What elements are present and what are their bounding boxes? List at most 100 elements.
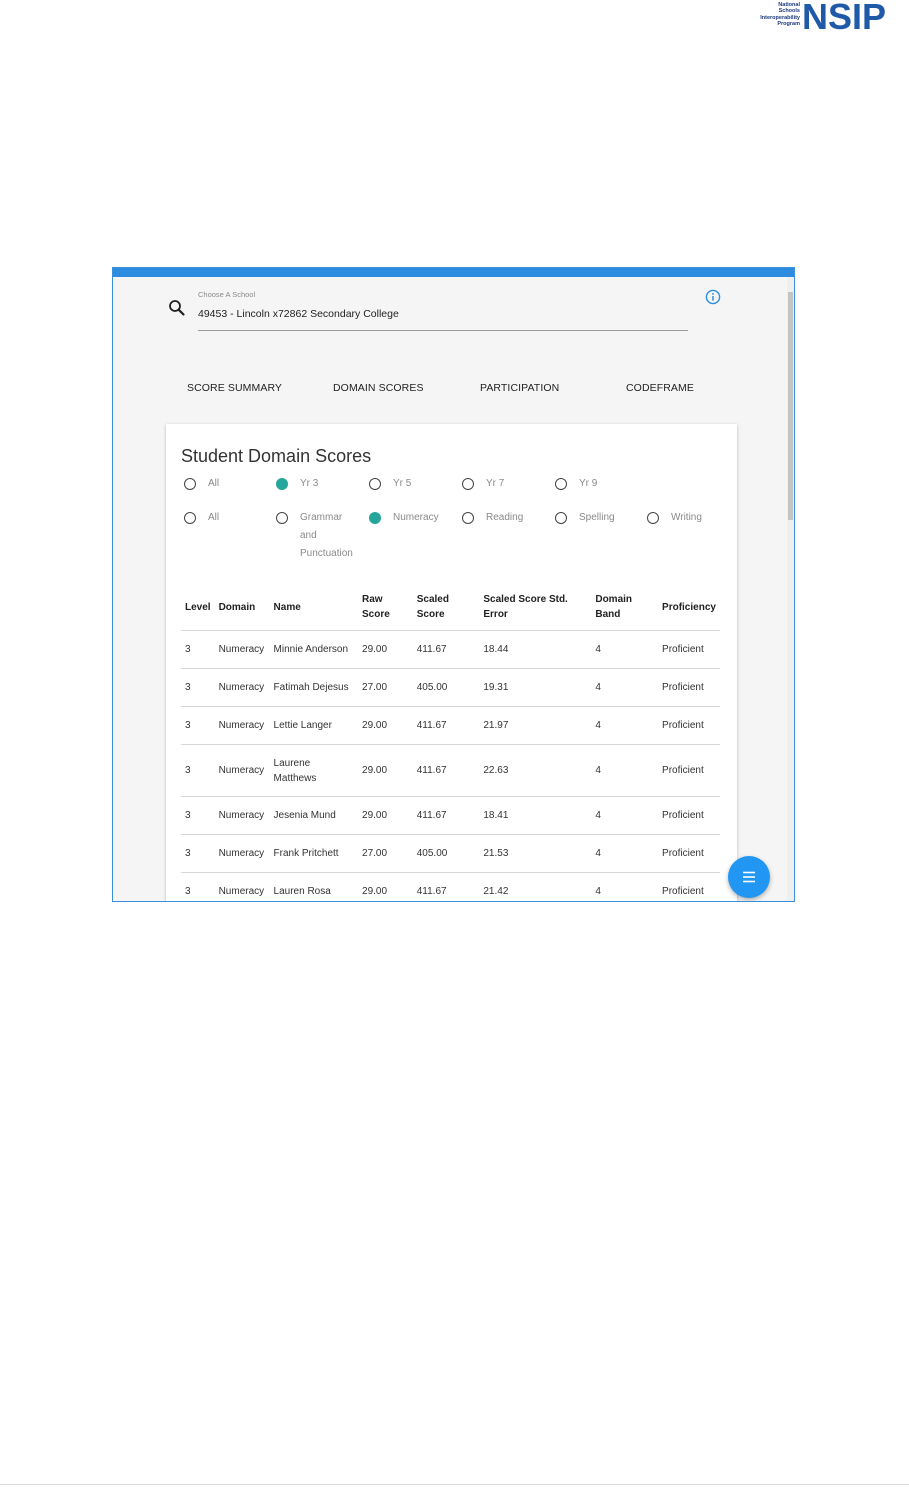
radio-label-yr7: Yr 7 bbox=[486, 478, 505, 489]
cell-name: Frank Pritchett bbox=[269, 834, 359, 873]
radio-label-reading: Reading bbox=[486, 512, 524, 523]
app-window: Choose A School 49453 - Lincoln x72862 S… bbox=[112, 267, 795, 902]
cell-std-error: 18.44 bbox=[479, 630, 592, 669]
header-std-error[interactable]: Scaled Score Std. Error bbox=[479, 584, 592, 631]
cell-level: 3 bbox=[181, 872, 215, 901]
cell-proficiency: Proficient bbox=[658, 630, 720, 669]
cell-level: 3 bbox=[181, 630, 215, 669]
radio-label-grammar: Grammar and Punctuation bbox=[300, 512, 353, 559]
cell-name: Laurene Matthews bbox=[269, 744, 359, 797]
cell-name: Fatimah Dejesus bbox=[269, 668, 359, 707]
cell-domain-band: 4 bbox=[591, 630, 659, 669]
menu-lines-icon bbox=[743, 871, 755, 883]
table-row: 3 Numeracy Jesenia Mund 29.00 411.67 18.… bbox=[181, 796, 720, 835]
header-raw-score[interactable]: Raw Score bbox=[358, 584, 413, 631]
cell-name: Minnie Anderson bbox=[269, 630, 359, 669]
cell-raw-score: 29.00 bbox=[358, 630, 413, 669]
cell-domain-band: 4 bbox=[591, 796, 659, 835]
radio-label-yr3: Yr 3 bbox=[300, 478, 319, 489]
cell-scaled-score: 411.67 bbox=[412, 796, 480, 835]
cell-domain-band: 4 bbox=[591, 872, 659, 901]
cell-scaled-score: 411.67 bbox=[412, 706, 480, 745]
header-domain-band[interactable]: Domain Band bbox=[591, 584, 659, 631]
cell-std-error: 21.53 bbox=[479, 834, 592, 873]
cell-std-error: 22.63 bbox=[479, 744, 592, 797]
fab-menu-button[interactable] bbox=[728, 856, 770, 898]
radio-domain-writing[interactable] bbox=[647, 512, 659, 524]
cell-domain: Numeracy bbox=[214, 796, 270, 835]
radio-domain-grammar[interactable] bbox=[276, 512, 288, 524]
radio-year-7[interactable] bbox=[462, 478, 474, 490]
cell-domain: Numeracy bbox=[214, 872, 270, 901]
radio-label-domain-all: All bbox=[208, 512, 220, 523]
cell-proficiency: Proficient bbox=[658, 834, 720, 873]
header-name[interactable]: Name bbox=[269, 584, 359, 631]
cell-domain-band: 4 bbox=[591, 834, 659, 873]
cell-name: Lettie Langer bbox=[269, 706, 359, 745]
search-icon[interactable] bbox=[167, 298, 187, 318]
info-icon[interactable] bbox=[705, 289, 721, 305]
header-proficiency[interactable]: Proficiency bbox=[658, 584, 720, 631]
cell-proficiency: Proficient bbox=[658, 744, 720, 797]
table-row: 3 Numeracy Laurene Matthews 29.00 411.67… bbox=[181, 744, 720, 797]
radio-label-year-all: All bbox=[208, 478, 220, 489]
radio-domain-numeracy[interactable] bbox=[369, 512, 381, 524]
cell-level: 3 bbox=[181, 834, 215, 873]
logo-wordmark: NSIP bbox=[802, 0, 887, 37]
cell-level: 3 bbox=[181, 668, 215, 707]
cell-scaled-score: 405.00 bbox=[412, 834, 480, 873]
cell-std-error: 18.41 bbox=[479, 796, 592, 835]
cell-raw-score: 27.00 bbox=[358, 668, 413, 707]
nsip-logo: National Schools Interoperability Progra… bbox=[744, 0, 904, 40]
radio-year-all[interactable] bbox=[184, 478, 196, 490]
radio-label-spelling: Spelling bbox=[579, 512, 615, 523]
tab-domain-scores[interactable]: DOMAIN SCORES bbox=[333, 382, 424, 394]
cell-proficiency: Proficient bbox=[658, 796, 720, 835]
cell-level: 3 bbox=[181, 796, 215, 835]
cell-domain-band: 4 bbox=[591, 744, 659, 797]
radio-year-5[interactable] bbox=[369, 478, 381, 490]
radio-domain-all[interactable] bbox=[184, 512, 196, 524]
radio-year-3[interactable] bbox=[276, 478, 288, 490]
student-domain-scores-card: Student Domain Scores All Yr 3 Yr 5 Yr 7… bbox=[166, 424, 737, 901]
school-input[interactable]: 49453 - Lincoln x72862 Secondary College bbox=[198, 308, 399, 320]
radio-label-numeracy: Numeracy bbox=[393, 512, 439, 523]
cell-std-error: 21.42 bbox=[479, 872, 592, 901]
radio-domain-reading[interactable] bbox=[462, 512, 474, 524]
radio-domain-spelling[interactable] bbox=[555, 512, 567, 524]
cell-proficiency: Proficient bbox=[658, 706, 720, 745]
radio-label-yr9: Yr 9 bbox=[579, 478, 598, 489]
cell-std-error: 19.31 bbox=[479, 668, 592, 707]
app-top-bar bbox=[113, 268, 794, 277]
cell-name: Jesenia Mund bbox=[269, 796, 359, 835]
scrollbar-thumb[interactable] bbox=[788, 292, 793, 520]
cell-domain-band: 4 bbox=[591, 706, 659, 745]
table-row: 3 Numeracy Lettie Langer 29.00 411.67 21… bbox=[181, 706, 720, 745]
cell-raw-score: 29.00 bbox=[358, 744, 413, 797]
table-row: 3 Numeracy Fatimah Dejesus 27.00 405.00 … bbox=[181, 668, 720, 707]
card-title: Student Domain Scores bbox=[181, 446, 372, 466]
cell-domain: Numeracy bbox=[214, 834, 270, 873]
tab-codeframe[interactable]: CODEFRAME bbox=[626, 382, 694, 394]
cell-proficiency: Proficient bbox=[658, 668, 720, 707]
cell-domain: Numeracy bbox=[214, 668, 270, 707]
radio-year-9[interactable] bbox=[555, 478, 567, 490]
header-level[interactable]: Level bbox=[181, 584, 215, 631]
cell-domain-band: 4 bbox=[591, 668, 659, 707]
tab-participation[interactable]: PARTICIPATION bbox=[480, 382, 559, 394]
table-row: 3 Numeracy Frank Pritchett 27.00 405.00 … bbox=[181, 834, 720, 873]
cell-proficiency: Proficient bbox=[658, 872, 720, 901]
cell-raw-score: 29.00 bbox=[358, 796, 413, 835]
cell-domain: Numeracy bbox=[214, 630, 270, 669]
cell-scaled-score: 411.67 bbox=[412, 744, 480, 797]
cell-level: 3 bbox=[181, 744, 215, 797]
header-domain[interactable]: Domain bbox=[214, 584, 270, 631]
cell-name: Lauren Rosa bbox=[269, 872, 359, 901]
scores-table: Level Domain Name Raw Score Scaled Score… bbox=[181, 584, 720, 901]
header-scaled-score[interactable]: Scaled Score bbox=[412, 584, 480, 631]
cell-domain: Numeracy bbox=[214, 706, 270, 745]
radio-label-yr5: Yr 5 bbox=[393, 478, 412, 489]
tab-score-summary[interactable]: SCORE SUMMARY bbox=[187, 382, 282, 394]
table-header-row: Level Domain Name Raw Score Scaled Score… bbox=[181, 584, 720, 631]
school-input-underline bbox=[198, 330, 688, 331]
